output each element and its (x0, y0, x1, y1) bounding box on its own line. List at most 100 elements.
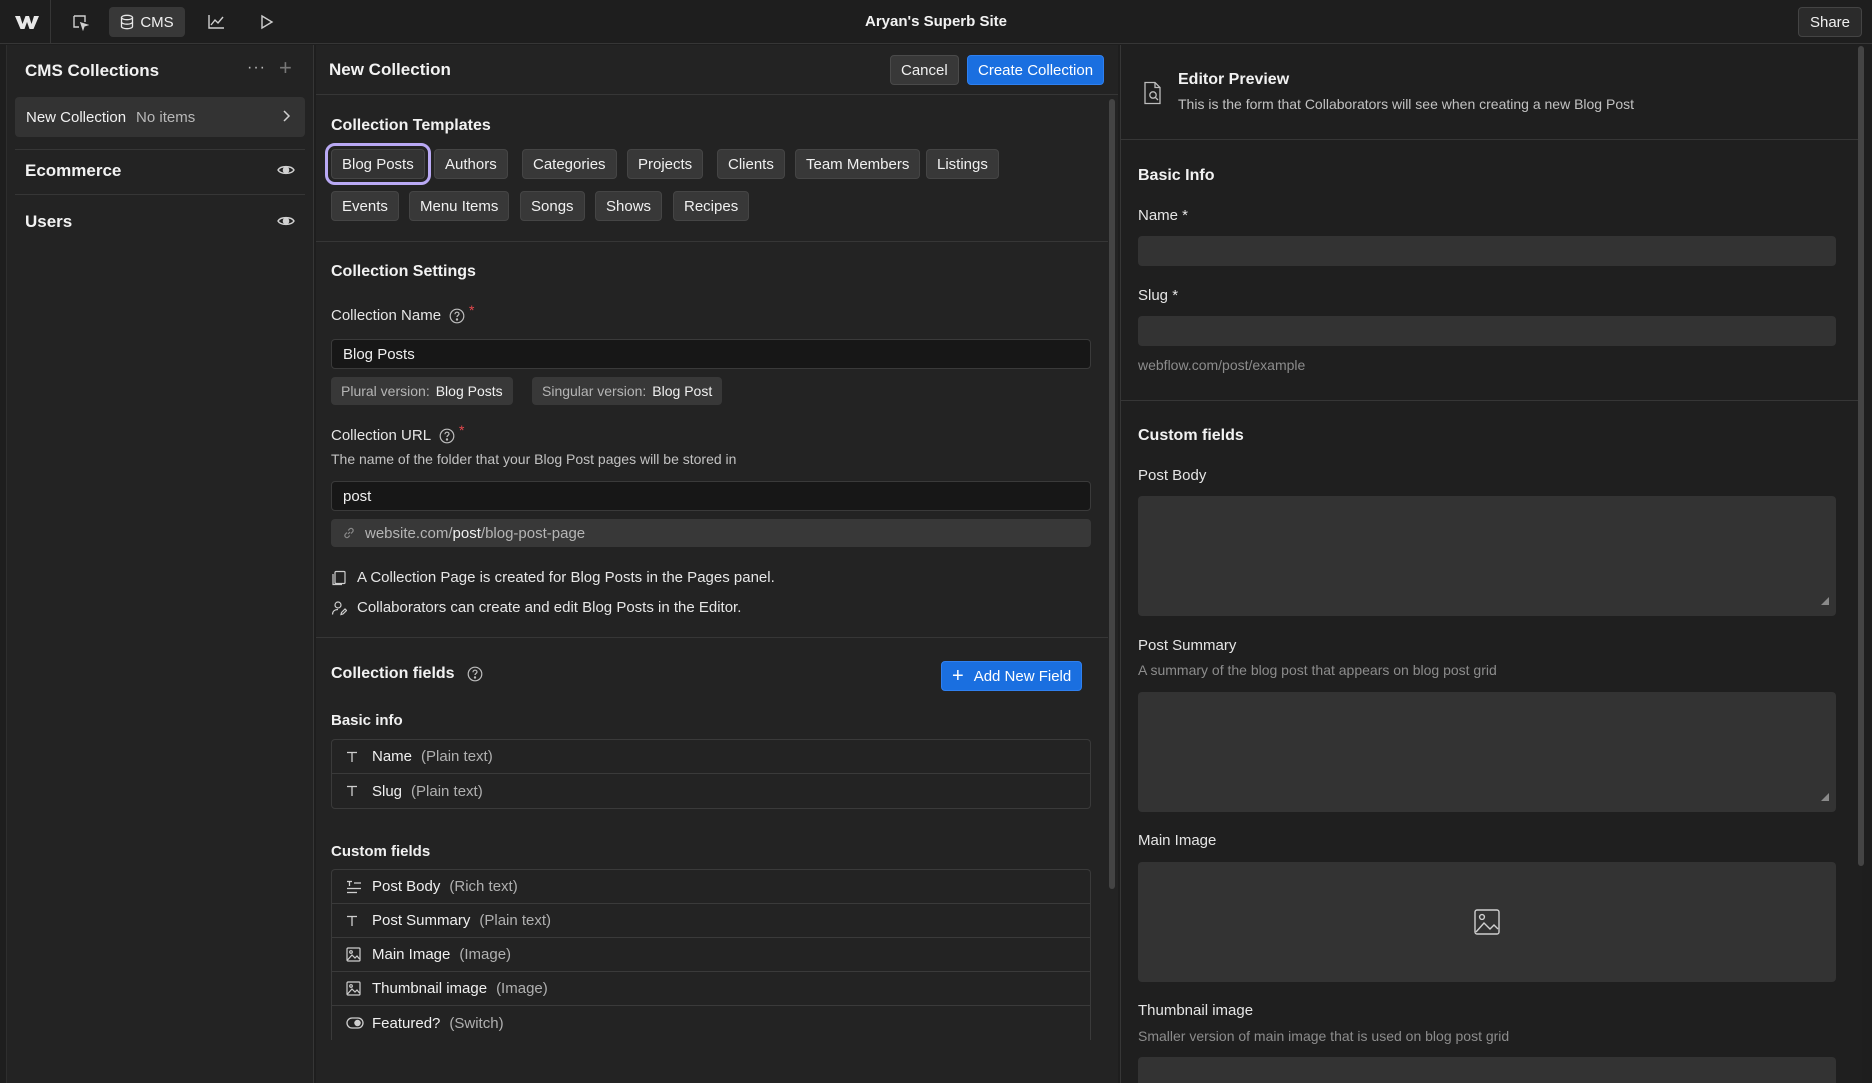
field-type: (Rich text) (449, 878, 518, 895)
collection-url-label: Collection URL * (331, 422, 465, 445)
info-collection-page-text: A Collection Page is created for Blog Po… (357, 569, 775, 586)
share-button[interactable]: Share (1797, 7, 1862, 37)
field-row[interactable]: Post Summary (Plain text) (332, 904, 1090, 938)
template-chip-events[interactable]: Events (331, 191, 399, 221)
switch-icon (346, 1017, 372, 1029)
eye-icon[interactable] (277, 214, 295, 232)
add-new-field-label: Add New Field (973, 667, 1072, 685)
resize-grip-icon[interactable] (1820, 789, 1830, 806)
preview-post-summary-label: Post Summary (1138, 637, 1237, 654)
field-name: Post Summary (372, 912, 471, 929)
text-icon (346, 785, 372, 797)
field-type: (Plain text) (421, 748, 493, 765)
cancel-button[interactable]: Cancel (890, 55, 959, 85)
sidebar-divider (15, 149, 305, 150)
sidebar-section-ecommerce[interactable]: Ecommerce (25, 161, 121, 181)
template-chip-blog-posts[interactable]: Blog Posts (325, 143, 431, 185)
field-row[interactable]: Thumbnail image (Image) (332, 972, 1090, 1006)
create-collection-button[interactable]: Create Collection (967, 55, 1105, 85)
field-name: Name (372, 748, 413, 765)
field-name: Main Image (372, 946, 451, 963)
template-chip-categories[interactable]: Categories (522, 149, 617, 179)
field-row[interactable]: Main Image (Image) (332, 938, 1090, 972)
template-chip-projects[interactable]: Projects (627, 149, 704, 179)
preview-scrollbar[interactable] (1858, 46, 1864, 866)
url-preview-folder: post (452, 524, 481, 542)
webflow-logo-icon[interactable] (12, 10, 42, 34)
basic-info-heading: Basic info (331, 712, 403, 729)
designer-select-icon[interactable] (66, 7, 94, 37)
collection-name-label-text: Collection Name (331, 307, 442, 324)
url-preview: website.com/post/blog-post-page (331, 519, 1091, 547)
field-type: (Plain text) (411, 782, 483, 800)
plural-key: Plural version: (341, 383, 430, 399)
top-bar: CMS Aryan's Superb Site Share (0, 0, 1872, 44)
preview-name-label: Name * (1138, 207, 1189, 224)
preview-slug-label: Slug * (1138, 287, 1179, 304)
collection-name-input[interactable]: Blog Posts (331, 339, 1091, 369)
more-options-icon[interactable]: ··· (247, 59, 266, 77)
template-chip-shows[interactable]: Shows (595, 191, 663, 221)
link-icon (344, 527, 354, 539)
preview-custom-title: Custom fields (1138, 427, 1244, 444)
eye-icon[interactable] (277, 163, 295, 181)
field-row[interactable]: Featured? (Switch) (332, 1006, 1090, 1040)
sidebar-divider (15, 194, 305, 195)
help-icon[interactable] (439, 428, 455, 444)
sidebar-section-users[interactable]: Users (25, 212, 72, 232)
singular-version-tag: Singular version: Blog Post (532, 377, 723, 405)
site-title: Aryan's Superb Site (865, 13, 1007, 30)
plural-version-tag: Plural version: Blog Posts (331, 377, 513, 405)
collection-count: No items (136, 108, 196, 126)
collection-url-input[interactable]: post (331, 481, 1091, 511)
image-icon (1474, 909, 1500, 935)
singular-value: Blog Post (652, 383, 713, 399)
field-name: Slug (372, 782, 403, 800)
preview-slug-input[interactable] (1138, 316, 1836, 346)
preview-play-icon[interactable] (252, 7, 280, 37)
info-collaborators: Collaborators can create and edit Blog P… (331, 599, 741, 616)
singular-key: Singular version: (542, 383, 647, 399)
collection-url-description: The name of the folder that your Blog Po… (331, 451, 737, 467)
basic-fields-list: Name (Plain text) Slug (Plain text) (331, 739, 1091, 809)
help-icon[interactable] (449, 308, 465, 324)
template-chip-recipes[interactable]: Recipes (673, 191, 750, 221)
template-chip-authors[interactable]: Authors (434, 149, 508, 179)
template-chip-clients[interactable]: Clients (717, 149, 785, 179)
panel-scrollbar[interactable] (1109, 99, 1115, 889)
help-icon[interactable] (467, 666, 483, 682)
template-chip-menu-items[interactable]: Menu Items (409, 191, 510, 221)
settings-title: Collection Settings (331, 263, 476, 280)
field-row[interactable]: Post Body (Rich text) (332, 870, 1090, 904)
template-chip-songs[interactable]: Songs (520, 191, 585, 221)
preview-main-image-upload[interactable] (1138, 862, 1836, 982)
collection-name-label: Collection Name * (331, 302, 475, 325)
add-collection-icon[interactable]: + (279, 55, 292, 81)
info-collection-page: A Collection Page is created for Blog Po… (331, 569, 775, 586)
analytics-icon[interactable] (202, 7, 230, 37)
field-row[interactable]: Slug (Plain text) (332, 774, 1090, 808)
add-new-field-button[interactable]: + Add New Field (941, 661, 1083, 691)
field-name: Featured? (372, 1014, 441, 1032)
field-name: Thumbnail image (372, 980, 488, 997)
image-icon (346, 947, 372, 962)
collection-item-new[interactable]: New Collection No items (15, 97, 305, 137)
templates-title: Collection Templates (331, 117, 491, 134)
resize-grip-icon[interactable] (1820, 593, 1830, 610)
preview-post-body-textarea[interactable] (1138, 496, 1836, 616)
template-chip-team-members[interactable]: Team Members (795, 149, 921, 179)
fields-title-text: Collection fields (331, 665, 455, 682)
section-divider (316, 241, 1108, 242)
preview-post-summary-textarea[interactable] (1138, 692, 1836, 812)
preview-subtitle: This is the form that Collaborators will… (1178, 96, 1634, 112)
preview-post-body-label: Post Body (1138, 467, 1207, 484)
new-collection-panel: New Collection Cancel Create Collection … (316, 45, 1118, 1083)
image-icon (346, 981, 372, 996)
collection-name: New Collection (26, 108, 127, 126)
preview-thumbnail-upload[interactable] (1138, 1057, 1836, 1083)
field-row[interactable]: Name (Plain text) (332, 740, 1090, 774)
fields-title: Collection fields (331, 665, 483, 683)
cms-tab[interactable]: CMS (109, 7, 185, 37)
template-chip-listings[interactable]: Listings (926, 149, 999, 179)
preview-name-input[interactable] (1138, 236, 1836, 266)
